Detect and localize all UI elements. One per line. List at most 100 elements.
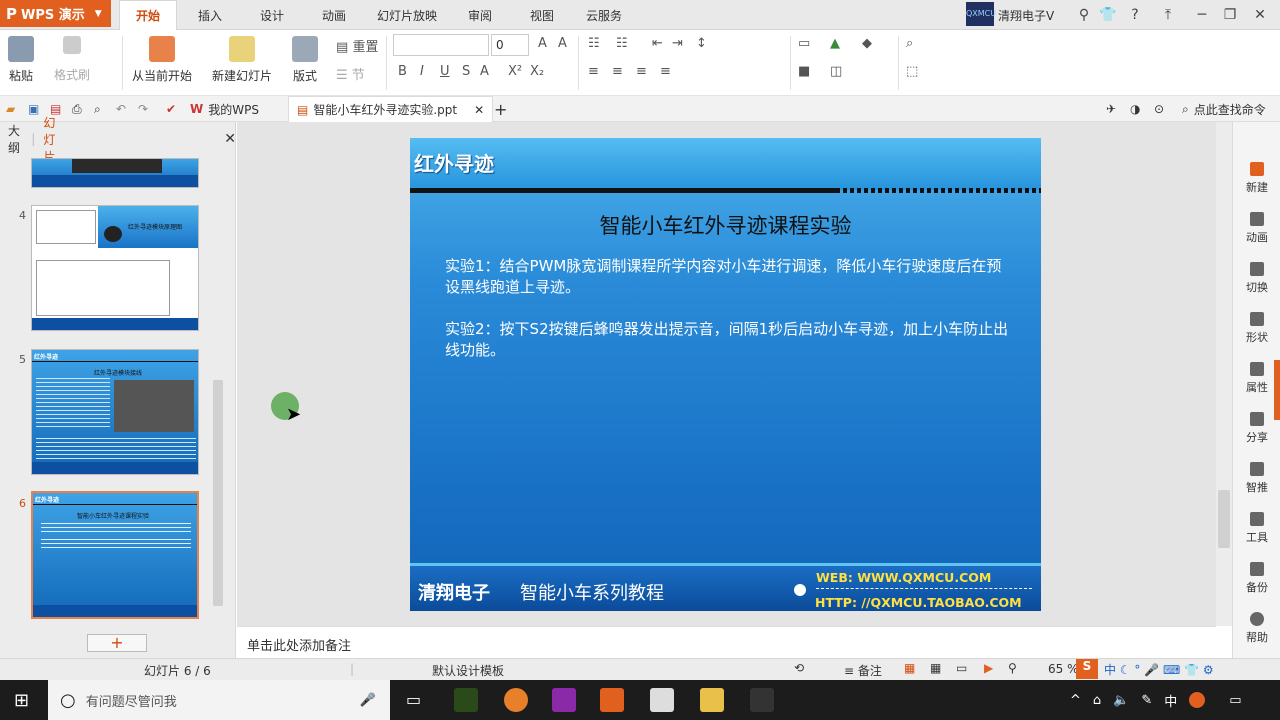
pen-icon[interactable]: ✎ <box>1141 693 1152 708</box>
wps-presentation-taskbar-icon[interactable] <box>600 688 624 712</box>
align-right-icon[interactable]: ≡ <box>636 64 647 79</box>
slide-paragraph-1[interactable]: 实验1：结合PWM脉宽调制课程所学内容对小车进行调速，降低小车行驶速度后在预设黑… <box>445 256 1015 298</box>
history-icon[interactable]: ⟲ <box>794 661 804 675</box>
tab-animation[interactable]: 动画 <box>322 0 346 30</box>
picture-icon[interactable]: ▲ <box>830 36 840 51</box>
command-search[interactable]: ⌕ 点此查找命令 <box>1182 96 1266 122</box>
tab-slideshow[interactable]: 幻灯片放映 <box>377 0 437 30</box>
sidebar-shape[interactable]: 形状 <box>1233 312 1280 345</box>
tab-insert[interactable]: 插入 <box>198 0 222 30</box>
section-button[interactable]: ☰ 节 <box>336 64 365 83</box>
my-wps-tab[interactable]: W 我的WPS <box>190 96 259 122</box>
select-icon[interactable]: ⬚ <box>906 64 918 79</box>
find-icon[interactable]: ⌕ <box>906 36 913 51</box>
italic-button[interactable]: I <box>420 64 424 79</box>
slideshow-icon[interactable]: ▶ <box>984 661 993 675</box>
app-menu-button[interactable]: P WPS 演示 ▼ <box>0 0 111 27</box>
network-icon[interactable]: ⌂ <box>1093 693 1101 708</box>
user-name[interactable]: 清翔电子V <box>998 0 1054 30</box>
align-center-icon[interactable]: ≡ <box>612 64 623 79</box>
save-icon[interactable]: ▣ <box>28 96 39 122</box>
tab-cloud[interactable]: 云服务 <box>586 0 622 30</box>
arrange-icon[interactable]: ◫ <box>830 64 842 79</box>
browser-app-icon[interactable] <box>504 688 528 712</box>
film-app-icon[interactable] <box>650 688 674 712</box>
slide-header-title[interactable]: 红外寻迹 <box>414 148 494 177</box>
panel-close-icon[interactable]: ✕ <box>224 131 236 147</box>
slides-tab[interactable]: 幻灯片 <box>43 114 66 165</box>
scrollbar-thumb[interactable] <box>213 380 223 606</box>
add-slide-button[interactable]: + <box>87 634 147 652</box>
line-spacing-icon[interactable]: ↕ <box>696 36 707 51</box>
slide-thumbnail-6-selected[interactable]: 红外寻迹 智能小车红外寻迹课程实验 <box>31 491 199 619</box>
fill-icon[interactable]: ◆ <box>862 36 872 51</box>
indent-increase-icon[interactable]: ⇥ <box>672 36 683 51</box>
sidebar-transition[interactable]: 切换 <box>1233 262 1280 295</box>
open-folder-icon[interactable]: ▰ <box>6 96 15 122</box>
shrink-font-button[interactable]: A <box>558 36 567 51</box>
sidebar-help[interactable]: 帮助 <box>1233 612 1280 645</box>
user-avatar[interactable]: QXMCU <box>966 2 996 26</box>
notification-icon[interactable]: ▭ <box>1229 693 1241 708</box>
sidebar-backup[interactable]: 备份 <box>1233 562 1280 595</box>
slide-heading[interactable]: 智能小车红外寻迹课程实验 <box>410 210 1041 240</box>
professor-app-icon[interactable] <box>454 688 478 712</box>
ime-toolbar[interactable]: 中 ☾ ° 🎤 ⌨ 👕 ⚙ <box>1104 661 1214 678</box>
print-preview-icon[interactable]: ⌕ <box>94 96 101 122</box>
slide-sorter-icon[interactable]: ▦ <box>930 661 941 675</box>
slide-thumbnail-5[interactable]: 红外寻迹 红外寻迹模块接线 <box>31 349 199 475</box>
input-language[interactable]: 中 <box>1164 691 1177 710</box>
ime-logo-icon[interactable]: S <box>1076 659 1098 679</box>
font-name-input[interactable] <box>393 34 489 56</box>
sidebar-properties[interactable]: 属性 <box>1233 362 1280 395</box>
canvas-scrollbar[interactable] <box>1216 122 1232 626</box>
slide-thumbnail-4[interactable]: 红外寻迹模块原理图 <box>31 205 199 331</box>
help-icon[interactable]: ? <box>1122 0 1148 30</box>
tab-home[interactable]: 开始 <box>119 0 177 30</box>
document-tab-active[interactable]: ▤ 智能小车红外寻迹实验.ppt ✕ <box>288 96 494 122</box>
shirt-icon[interactable]: 👕 <box>1098 0 1118 30</box>
undo-icon[interactable]: ↶ <box>116 96 126 122</box>
tab-review[interactable]: 审阅 <box>468 0 492 30</box>
pin-icon[interactable]: ⚲ <box>1008 661 1017 675</box>
share-icon[interactable]: ◑ <box>1130 96 1140 122</box>
play-from-current-button[interactable]: 从当前开始 <box>132 36 192 84</box>
justify-icon[interactable]: ≡ <box>660 64 671 79</box>
minimize-button[interactable]: ─ <box>1190 0 1214 30</box>
volume-icon[interactable]: 🔈 <box>1113 693 1129 708</box>
restore-button[interactable]: ❐ <box>1218 0 1242 30</box>
sidebar-new[interactable]: 新建 <box>1233 162 1280 195</box>
windows-start-icon[interactable]: ⊞ <box>14 690 29 711</box>
zoom-level[interactable]: 65 % <box>1048 662 1079 676</box>
shape-icon[interactable]: ■ <box>798 64 810 79</box>
tab-close-icon[interactable]: ✕ <box>474 103 484 117</box>
subscript-button[interactable]: X₂ <box>530 64 544 79</box>
numbering-icon[interactable]: ☷ <box>616 36 628 51</box>
tray-expand-icon[interactable]: ^ <box>1070 693 1081 708</box>
tools-icon[interactable]: ✈ <box>1106 96 1116 122</box>
more-icon[interactable]: ⊙ <box>1154 96 1164 122</box>
reset-button[interactable]: ▤ 重置 <box>336 36 378 55</box>
slide-thumbnail-3[interactable] <box>31 158 199 188</box>
canvas-scrollbar-thumb[interactable] <box>1218 490 1230 548</box>
normal-view-icon[interactable]: ▦ <box>904 661 915 675</box>
paste-button[interactable]: 粘贴 <box>8 36 34 84</box>
indent-decrease-icon[interactable]: ⇤ <box>652 36 663 51</box>
close-button[interactable]: ✕ <box>1248 0 1272 30</box>
outline-tab[interactable]: 大纲 <box>8 122 23 156</box>
inactive-app-icon[interactable] <box>750 688 774 712</box>
upload-icon[interactable]: ⤒ <box>1156 0 1180 30</box>
skin-icon[interactable]: ⚲ <box>1072 0 1096 30</box>
print-icon[interactable]: ⎙ <box>72 96 82 122</box>
slide-paragraph-2[interactable]: 实验2：按下S2按键后蜂鸣器发出提示音，间隔1秒后启动小车寻迹，加上小车防止出线… <box>445 319 1015 361</box>
task-view-icon[interactable]: ▭ <box>406 690 421 709</box>
sidebar-animation[interactable]: 动画 <box>1233 212 1280 245</box>
underline-button[interactable]: U <box>440 64 450 79</box>
textbox-icon[interactable]: ▭ <box>798 36 810 51</box>
superscript-button[interactable]: X² <box>508 64 522 79</box>
layout-button[interactable]: 版式 <box>292 36 318 84</box>
font-size-input[interactable]: 0 <box>491 34 529 56</box>
format-painter-button[interactable]: 格式刷 <box>54 36 90 83</box>
align-left-icon[interactable]: ≡ <box>588 64 599 79</box>
new-tab-icon[interactable]: + <box>494 96 507 122</box>
